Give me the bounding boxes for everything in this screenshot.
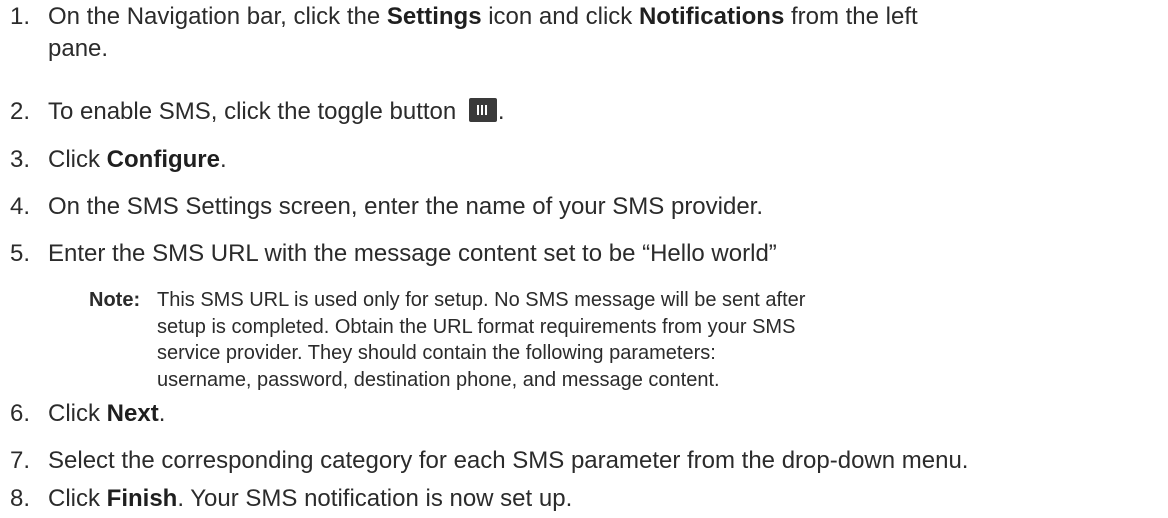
step-1: 1. On the Navigation bar, click the Sett…	[0, 1, 1168, 65]
step-7: 7. Select the corresponding category for…	[0, 445, 1168, 477]
step-6: 6. Click Next.	[0, 398, 1168, 430]
step-text-line-1: On the Navigation bar, click the Setting…	[48, 3, 918, 30]
step-number: 4.	[10, 193, 31, 220]
step-text: Select the corresponding category for ea…	[48, 447, 969, 474]
step-text: To enable SMS, click the toggle button .	[48, 98, 505, 125]
note-label: Note:	[89, 289, 141, 311]
step-3: 3. Click Configure.	[0, 144, 1168, 176]
step-text-line-2: pane.	[48, 35, 109, 62]
step-number: 7.	[10, 447, 31, 474]
step-number: 1.	[10, 3, 31, 30]
note-line: service provider. They should contain th…	[157, 342, 716, 364]
step-number: 6.	[10, 400, 31, 427]
step-text: Click Next.	[48, 400, 166, 427]
note-line: This SMS URL is used only for setup. No …	[157, 289, 806, 311]
step-4: 4. On the SMS Settings screen, enter the…	[0, 191, 1168, 223]
step-text: Click Finish. Your SMS notification is n…	[48, 485, 573, 512]
note-body: This SMS URL is used only for setup. No …	[157, 287, 1149, 393]
step-number: 8.	[10, 485, 31, 512]
note-line: setup is completed. Obtain the URL forma…	[157, 315, 796, 338]
settings-label: Settings	[386, 3, 482, 30]
step-5: 5. Enter the SMS URL with the message co…	[0, 238, 1168, 270]
step-text: On the SMS Settings screen, enter the na…	[48, 193, 764, 220]
step-text: Enter the SMS URL with the message conte…	[48, 240, 777, 267]
notifications-label: Notifications	[638, 3, 785, 30]
step-number: 5.	[10, 240, 31, 267]
step-number: 2.	[10, 98, 31, 125]
step-text: Click Configure.	[48, 146, 227, 173]
finish-label: Finish	[106, 485, 178, 512]
step-2: 2. To enable SMS, click the toggle butto…	[0, 96, 1168, 128]
note-line: username, password, destination phone, a…	[157, 368, 720, 391]
note-block: Note: This SMS URL is used only for setu…	[89, 287, 1149, 393]
toggle-button-icon	[468, 98, 497, 122]
step-number: 3.	[10, 146, 31, 173]
step-8: 8. Click Finish. Your SMS notification i…	[0, 483, 1168, 515]
next-label: Next	[106, 400, 159, 427]
configure-label: Configure	[106, 146, 220, 173]
